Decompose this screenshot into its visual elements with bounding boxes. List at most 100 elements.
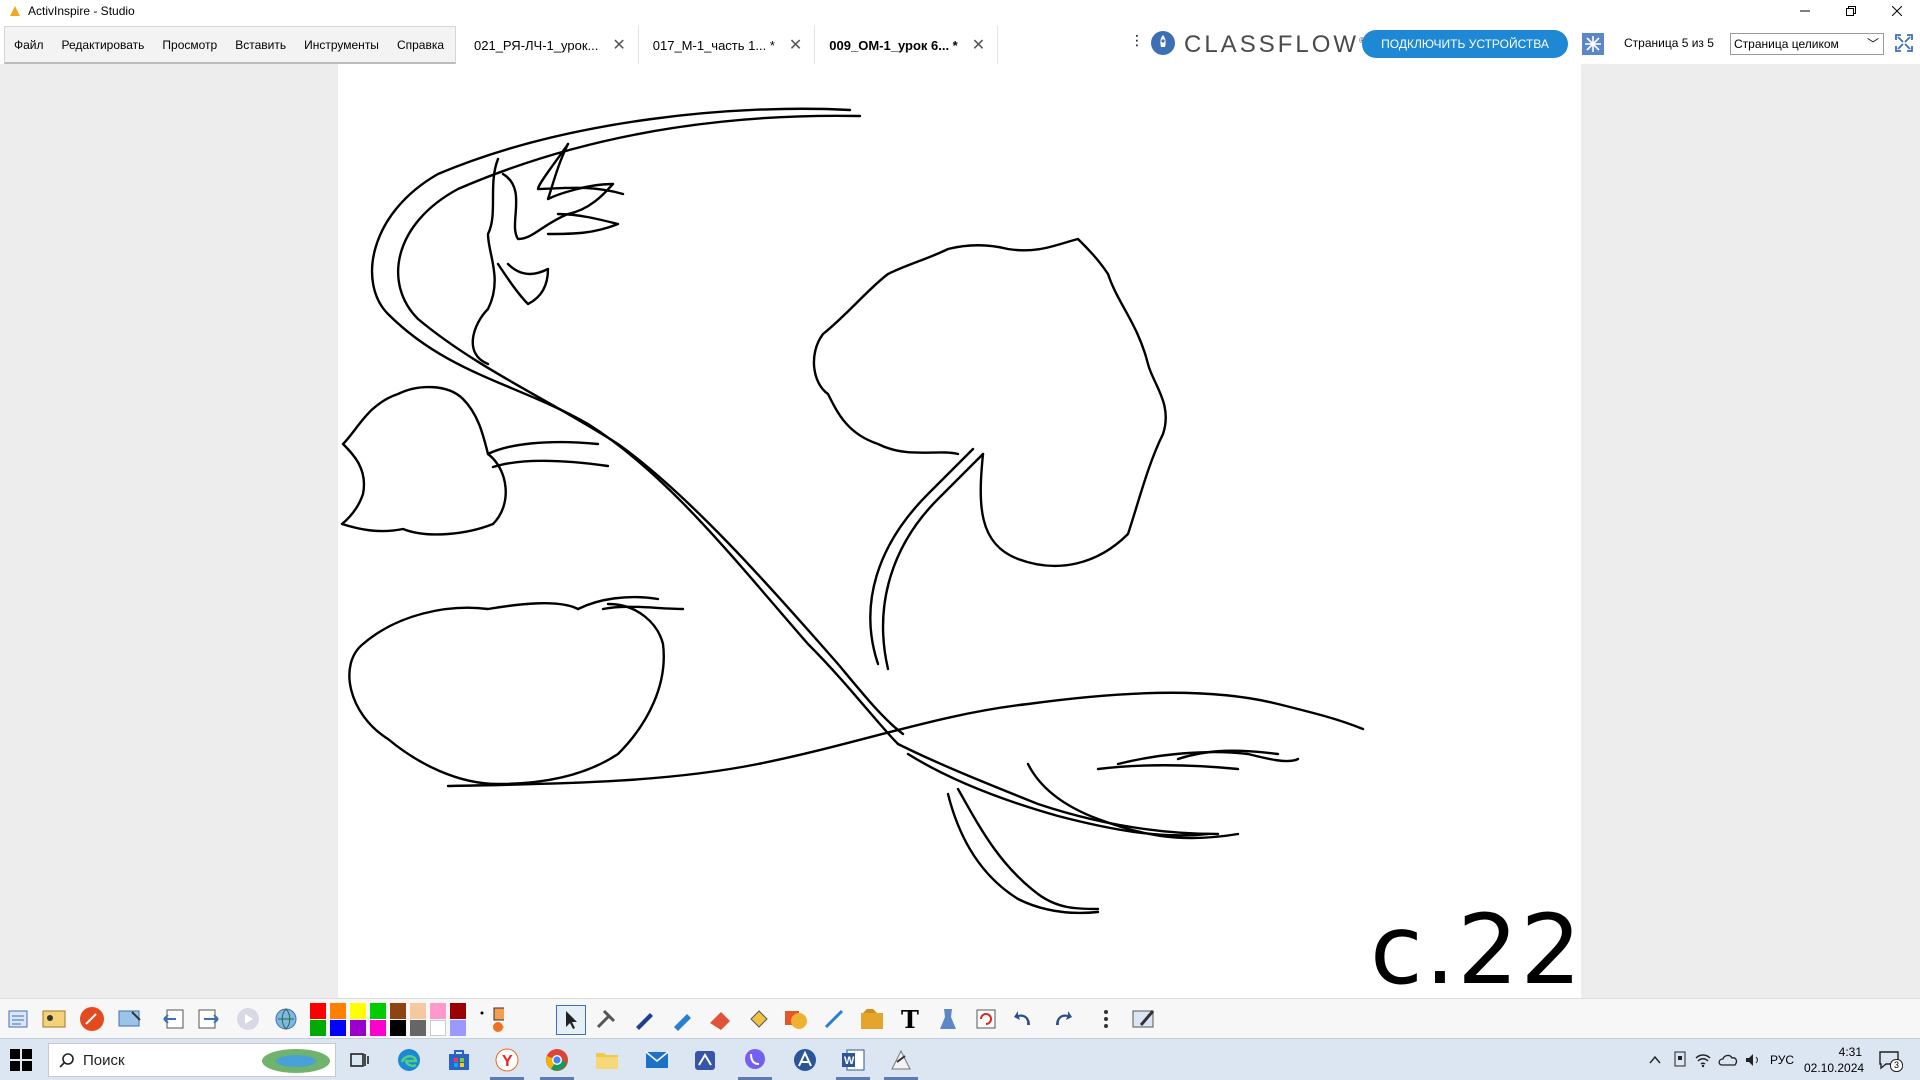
canvas-margin-right — [1581, 64, 1920, 998]
wifi-icon[interactable] — [1694, 1051, 1712, 1069]
tab-flipchart-2[interactable]: 017_М-1_часть 1... * ✕ — [639, 26, 816, 64]
classflow-rocket-icon[interactable] — [1150, 30, 1176, 56]
minimize-icon — [1800, 10, 1810, 12]
customize-toolbox-icon[interactable] — [1130, 1005, 1158, 1033]
microsoft-store-icon[interactable] — [446, 1047, 472, 1073]
yandex-browser-icon[interactable]: Y — [490, 1047, 524, 1080]
tab-label: 009_ОМ-1_урок 6... * — [829, 37, 958, 53]
menu-help[interactable]: Справка — [388, 38, 453, 52]
color-swatch-11[interactable] — [350, 1020, 366, 1036]
classflow-logo-text: CLASSFLOW — [1184, 31, 1360, 58]
highlighter-icon[interactable] — [668, 1005, 696, 1033]
color-swatch-14[interactable] — [410, 1020, 426, 1036]
text-tool-icon[interactable]: T — [896, 1005, 924, 1033]
color-swatch-7[interactable] — [430, 1003, 446, 1019]
redo-icon[interactable] — [1048, 1005, 1076, 1033]
eraser-icon[interactable] — [706, 1005, 734, 1033]
previous-page-icon[interactable] — [160, 1005, 188, 1033]
device-tray-icon[interactable] — [1672, 1051, 1688, 1069]
profile-icon[interactable] — [40, 1005, 68, 1033]
pen-tool-red-icon[interactable] — [78, 1005, 106, 1033]
tab-flipchart-1[interactable]: 021_РЯ-ЛЧ-1_урок... ✕ — [460, 26, 639, 64]
word-icon[interactable]: W — [836, 1047, 870, 1080]
color-swatch-2[interactable] — [330, 1003, 346, 1019]
notification-center-button[interactable]: 3 — [1878, 1049, 1903, 1072]
menu-insert[interactable]: Вставить — [226, 38, 295, 52]
flipchart-page[interactable]: с.22 — [338, 64, 1581, 1006]
canvas-margin-left — [0, 64, 338, 998]
autocad-style-app-icon[interactable] — [792, 1047, 818, 1073]
pen-width-icon[interactable] — [476, 1005, 504, 1033]
system-clock[interactable]: 4:31 02.10.2024 — [1804, 1044, 1865, 1076]
window-title: ActivInspire - Studio — [28, 4, 135, 18]
connect-devices-button[interactable]: ПОДКЛЮЧИТЬ УСТРОЙСТВА — [1362, 30, 1568, 58]
color-swatch-13[interactable] — [390, 1020, 406, 1036]
color-swatch-12[interactable] — [370, 1020, 386, 1036]
color-swatch-10[interactable] — [330, 1020, 346, 1036]
chrome-icon[interactable] — [540, 1047, 574, 1080]
play-icon[interactable] — [234, 1005, 262, 1033]
more-tools-icon[interactable] — [1092, 1005, 1120, 1033]
taskbar-search-input[interactable]: Поиск — [48, 1043, 336, 1077]
menu-view[interactable]: Просмотр — [153, 38, 226, 52]
tab-flipchart-3-active[interactable]: 009_ОМ-1_урок 6... * ✕ — [815, 26, 999, 64]
color-swatch-9[interactable] — [310, 1020, 326, 1036]
restore-button[interactable] — [1828, 0, 1874, 22]
desktop-annotate-icon[interactable] — [116, 1005, 144, 1033]
task-view-icon[interactable] — [346, 1047, 372, 1073]
menu-edit[interactable]: Редактировать — [53, 38, 154, 52]
close-tab-icon[interactable]: ✕ — [612, 35, 625, 55]
reset-page-icon[interactable] — [972, 1005, 1000, 1033]
undo-icon[interactable] — [1010, 1005, 1038, 1033]
edge-icon[interactable] — [396, 1047, 422, 1073]
page-counter: Страница 5 из 5 — [1624, 36, 1714, 50]
fullscreen-icon[interactable] — [1894, 33, 1914, 53]
page-browser-icon[interactable] — [1582, 33, 1604, 55]
color-swatch-3[interactable] — [350, 1003, 366, 1019]
clock-date: 02.10.2024 — [1804, 1061, 1865, 1075]
color-swatch-16[interactable] — [450, 1020, 466, 1036]
top-toolbar: Файл Редактировать Просмотр Вставить Инс… — [0, 22, 1920, 64]
next-page-icon[interactable] — [194, 1005, 222, 1033]
shape-tool-icon[interactable] — [782, 1005, 810, 1033]
color-swatch-6[interactable] — [410, 1003, 426, 1019]
activinspire-taskbar-icon[interactable] — [884, 1047, 918, 1080]
file-explorer-icon[interactable] — [594, 1047, 620, 1073]
close-tab-icon[interactable]: ✕ — [972, 35, 985, 55]
restore-icon — [1846, 6, 1856, 16]
color-swatch-5[interactable] — [390, 1003, 406, 1019]
onedrive-icon[interactable] — [1718, 1052, 1738, 1068]
color-swatch-8[interactable] — [450, 1003, 466, 1019]
minimize-button[interactable] — [1782, 0, 1828, 22]
close-tab-icon[interactable]: ✕ — [789, 35, 802, 55]
page-number-label: с.22 — [1370, 894, 1584, 1006]
web-browser-icon[interactable] — [272, 1005, 300, 1033]
windows-start-icon[interactable] — [10, 1049, 32, 1071]
scheduler-app-icon[interactable] — [692, 1047, 718, 1073]
menu-file[interactable]: Файл — [5, 38, 53, 52]
volume-icon[interactable] — [1744, 1051, 1762, 1069]
main-menu-icon[interactable] — [4, 1005, 32, 1033]
mail-icon[interactable] — [644, 1047, 670, 1073]
more-options-icon[interactable]: ⋮ — [1130, 32, 1144, 49]
viber-icon[interactable] — [738, 1047, 772, 1080]
clear-tool-icon[interactable] — [934, 1005, 962, 1033]
close-window-button[interactable] — [1874, 0, 1920, 22]
svg-text:W: W — [844, 1055, 855, 1067]
fill-tool-icon[interactable] — [744, 1005, 772, 1033]
resource-library-icon[interactable] — [858, 1005, 886, 1033]
color-swatch-4[interactable] — [370, 1003, 386, 1019]
classflow-logo: CLASSFLOW® — [1184, 31, 1365, 59]
show-hidden-icons-chevron-icon[interactable] — [1648, 1053, 1662, 1067]
zoom-select[interactable]: Страница целиком ﹀ — [1730, 33, 1884, 55]
tools-icon[interactable] — [592, 1005, 620, 1033]
clock-time: 4:31 — [1838, 1045, 1862, 1059]
color-swatch-15[interactable] — [430, 1020, 446, 1036]
select-tool-icon[interactable] — [556, 1005, 586, 1035]
close-icon — [1892, 6, 1902, 16]
color-swatch-1[interactable] — [310, 1003, 326, 1019]
pen-tool-icon[interactable] — [630, 1005, 658, 1033]
menu-tools[interactable]: Инструменты — [295, 38, 388, 52]
input-language[interactable]: РУС — [1770, 1053, 1794, 1067]
connector-tool-icon[interactable] — [820, 1005, 848, 1033]
